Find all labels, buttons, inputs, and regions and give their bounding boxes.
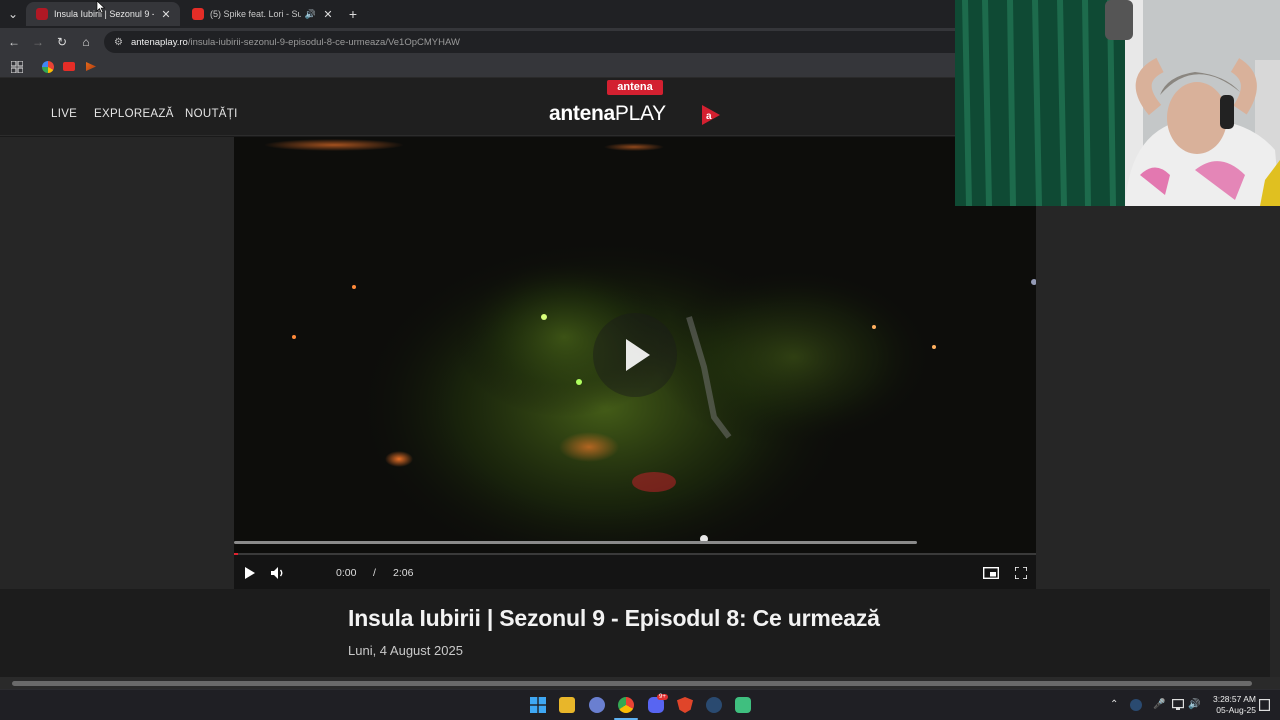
duration: 2:06 (393, 567, 414, 579)
tab-title: (5) Spike feat. Lori - Suflete (210, 9, 301, 19)
app-icon[interactable] (735, 697, 751, 713)
clock-date: 05-Aug-25 (1216, 705, 1256, 715)
clock-time: 3:28:57 AM (1212, 694, 1256, 704)
time-separator: / (373, 567, 376, 579)
notification-icon[interactable] (1259, 699, 1270, 711)
url-host: antenaplay.ro (130, 36, 188, 48)
video-scrub-line[interactable] (234, 541, 917, 544)
app-icon[interactable] (589, 697, 605, 713)
back-arrow-icon[interactable]: ← (5, 33, 23, 51)
windows-taskbar: 9+ ⌃ 🎤 🔊 3:28:57 AM 05-Aug-25 (0, 689, 1280, 720)
windows-start-icon[interactable] (530, 697, 546, 713)
webcam-feed-image (955, 0, 1280, 206)
nav-live[interactable]: LIVE (51, 108, 77, 120)
nav-noutati[interactable]: NOUTĂȚI (185, 108, 238, 120)
video-player[interactable] (234, 137, 1036, 589)
antenaplay-triangle-logo-icon: a (702, 105, 720, 125)
reload-icon[interactable]: ↻ (53, 33, 71, 51)
close-tab-icon[interactable]: ✕ (320, 8, 336, 21)
new-tab-button[interactable]: + (344, 5, 362, 23)
current-time: 0:00 (336, 567, 357, 579)
discord-badge: 9+ (657, 694, 668, 700)
scrollbar-thumb[interactable] (12, 681, 1252, 686)
player-controls: 0:00 / 2:06 (234, 555, 1036, 589)
site-settings-icon[interactable]: ⚙ (114, 37, 123, 48)
volume-tray-icon[interactable]: 🔊 (1188, 699, 1200, 710)
svg-text:a: a (706, 111, 712, 122)
video-frame-night-island (234, 137, 1036, 589)
antena-favicon-icon (36, 8, 48, 20)
play-icon[interactable] (244, 567, 256, 579)
logo-text-light: PLAY (614, 102, 666, 125)
mouse-cursor-icon (96, 0, 106, 14)
youtube-bookmark-icon[interactable] (63, 62, 75, 71)
picture-in-picture-icon[interactable] (983, 567, 999, 579)
google-bookmark-icon[interactable] (42, 61, 54, 73)
video-date: Luni, 4 August 2025 (348, 643, 463, 658)
steam-tray-icon[interactable] (1130, 699, 1142, 711)
antenaplay-logo[interactable]: antenaPLAY (549, 102, 666, 126)
youtube-favicon-icon (192, 8, 204, 20)
chrome-icon[interactable] (618, 697, 634, 713)
url-path: /insula-iubirii-sezonul-9-episodul-8-ce-… (187, 36, 460, 48)
webcam-overlay (955, 0, 1280, 206)
volume-icon[interactable] (270, 566, 286, 580)
tab-search-chevron-icon[interactable]: ⌄ (4, 5, 22, 23)
bookmark-icon[interactable] (86, 62, 96, 71)
close-tab-icon[interactable]: ✕ (158, 8, 174, 21)
tab-youtube-spike[interactable]: (5) Spike feat. Lori - Suflete 🔊 ✕ (182, 2, 342, 26)
fullscreen-icon[interactable] (1015, 567, 1027, 579)
system-clock[interactable]: 3:28:57 AM 05-Aug-25 (1204, 694, 1256, 716)
brave-icon[interactable] (677, 697, 693, 713)
tray-overflow-chevron-icon[interactable]: ⌃ (1110, 699, 1118, 710)
video-title: Insula Iubirii | Sezonul 9 - Episodul 8:… (348, 605, 880, 631)
network-icon[interactable] (1172, 699, 1184, 710)
address-bar[interactable]: ⚙ antenaplay.ro/insula-iubirii-sezonul-9… (104, 31, 955, 53)
steam-icon[interactable] (706, 697, 722, 713)
bookmarks-bar (0, 56, 955, 78)
video-info-panel (0, 589, 1270, 677)
antena-logo-badge[interactable]: antena (607, 80, 663, 95)
file-explorer-icon[interactable] (559, 697, 575, 713)
browser-toolbar: ← → ↻ ⌂ ⚙ antenaplay.ro/insula-iubirii-s… (0, 28, 955, 56)
logo-text-bold: antena (549, 102, 615, 125)
microphone-icon[interactable]: 🎤 (1153, 699, 1165, 710)
nav-exploreaza[interactable]: EXPLOREAZĂ (94, 108, 174, 120)
forward-arrow-icon[interactable]: → (29, 33, 47, 51)
apps-grid-icon[interactable] (11, 61, 23, 73)
speaker-icon[interactable]: 🔊 (305, 9, 316, 20)
home-icon[interactable]: ⌂ (77, 33, 95, 51)
